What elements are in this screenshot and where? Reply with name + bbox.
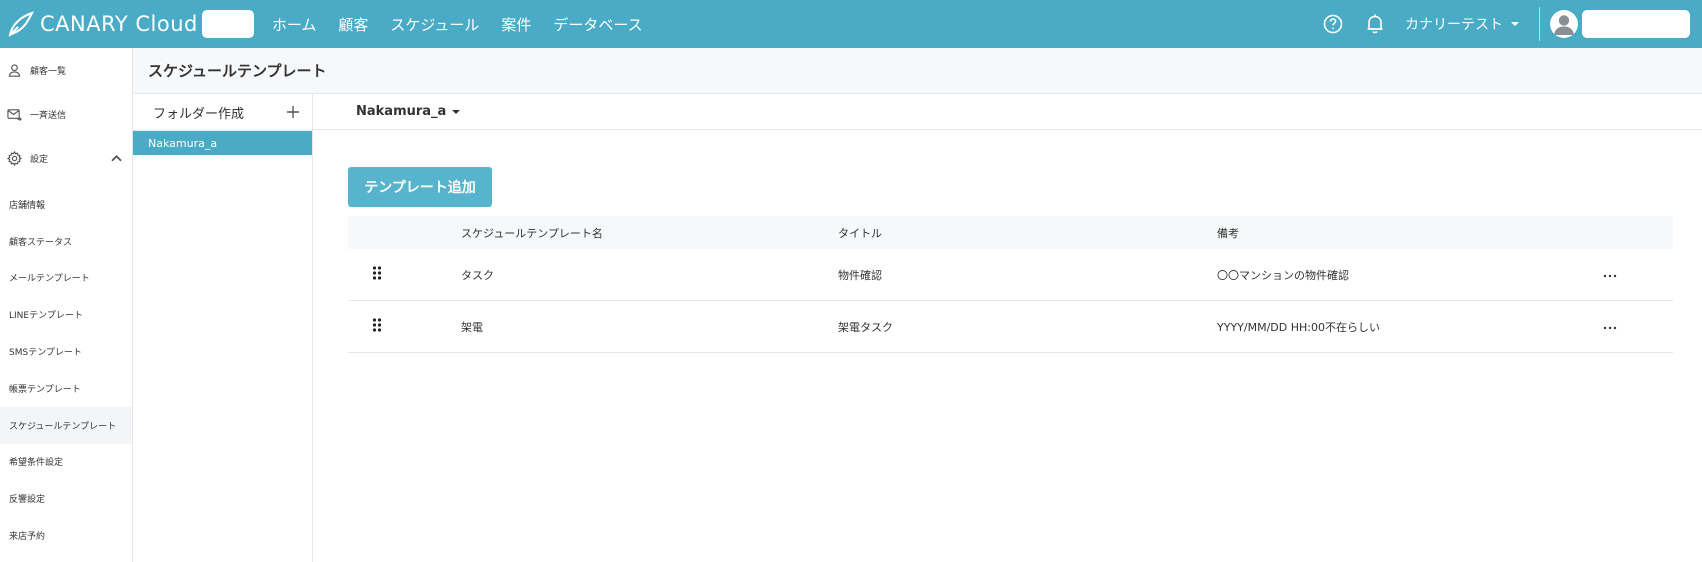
caret-down-icon [1511, 22, 1519, 26]
folder-create-label: フォルダー作成 [153, 106, 245, 122]
cell-name: 架電 [461, 320, 483, 334]
add-template-button[interactable]: テンプレート追加 [348, 167, 492, 207]
mail-send-icon [7, 108, 22, 121]
table-header: スケジュールテンプレート名 タイトル 備考 [348, 216, 1673, 249]
nav-database[interactable]: データベース [553, 14, 642, 35]
sidebar-item-bulk-send[interactable]: 一斉送信 [0, 92, 132, 136]
person-icon [8, 63, 21, 77]
sidebar-item-label: 一斉送信 [30, 110, 67, 121]
nav-schedule[interactable]: スケジュール [390, 14, 479, 35]
user-name-box [1582, 10, 1690, 38]
drag-handle-icon[interactable] [372, 318, 382, 332]
sidebar-item-preference-settings[interactable]: 希望条件設定 [0, 444, 132, 481]
cell-note: 〇〇マンションの物件確認 [1217, 268, 1349, 282]
cell-title: 架電タスク [838, 320, 893, 334]
canary-bird-icon [8, 11, 34, 37]
sidebar-item-customer-list[interactable]: 顧客一覧 [0, 48, 132, 92]
nav-home[interactable]: ホーム [272, 14, 317, 35]
column-header-title: タイトル [838, 226, 882, 240]
more-options-icon[interactable] [1603, 274, 1617, 278]
template-table: スケジュールテンプレート名 タイトル 備考 タスク 物件確認 〇〇マンションの物… [348, 216, 1673, 353]
sidebar-item-mail-template[interactable]: メールテンプレート [0, 260, 132, 297]
sidebar: 顧客一覧 一斉送信 設定 店舗情報 顧客ステータス メールテンプレート LINE… [0, 48, 133, 562]
table-row[interactable]: 架電 架電タスク YYYY/MM/DD HH:00不在らしい [348, 301, 1673, 353]
sidebar-item-label: 顧客一覧 [30, 66, 67, 77]
user-avatar-icon [1554, 15, 1574, 35]
logo-text: CANARY Cloud [40, 12, 198, 36]
sidebar-item-form-template[interactable]: 帳票テンプレート [0, 370, 132, 407]
user-menu[interactable]: カナリーテスト [1405, 14, 1519, 34]
sidebar-item-customer-status[interactable]: 顧客ステータス [0, 223, 132, 260]
template-pane: Nakamura_a テンプレート追加 スケジュールテンプレート名 タイトル 備… [313, 94, 1702, 562]
top-header: CANARY Cloud ホーム 顧客 スケジュール 案件 データベース カナリ… [0, 0, 1702, 48]
plus-icon[interactable] [286, 105, 300, 119]
folder-item[interactable]: Nakamura_a [133, 131, 312, 155]
chevron-up-icon [111, 154, 122, 161]
help-icon[interactable] [1323, 14, 1343, 34]
logo[interactable]: CANARY Cloud [6, 0, 254, 48]
sidebar-item-schedule-template[interactable]: スケジュールテンプレート [0, 406, 132, 444]
avatar[interactable] [1550, 10, 1578, 38]
app-root: CANARY Cloud ホーム 顧客 スケジュール 案件 データベース カナリ… [0, 0, 1702, 562]
nav-customers[interactable]: 顧客 [338, 14, 368, 35]
cell-name: タスク [461, 268, 494, 282]
user-menu-label: カナリーテスト [1405, 17, 1503, 33]
sidebar-item-settings[interactable]: 設定 [0, 136, 132, 180]
cell-note: YYYY/MM/DD HH:00不在らしい [1217, 320, 1380, 334]
folder-selector-label: Nakamura_a [356, 104, 447, 119]
logo-badge [201, 10, 254, 38]
sidebar-item-store-info[interactable]: 店舗情報 [0, 186, 132, 223]
cell-title: 物件確認 [838, 268, 882, 282]
column-header-note: 備考 [1217, 226, 1239, 240]
folder-selector[interactable]: Nakamura_a [313, 94, 1702, 130]
table-row[interactable]: タスク 物件確認 〇〇マンションの物件確認 [348, 249, 1673, 301]
drag-handle-icon[interactable] [372, 266, 382, 280]
sidebar-item-line-template[interactable]: LINEテンプレート [0, 296, 132, 333]
main-nav: ホーム 顧客 スケジュール 案件 データベース [272, 14, 665, 35]
folder-create-row: フォルダー作成 [133, 94, 312, 131]
column-header-name: スケジュールテンプレート名 [461, 226, 603, 240]
content-area: スケジュールテンプレート フォルダー作成 Nakamura_a Nakamura… [133, 48, 1702, 562]
gear-icon [7, 150, 22, 166]
bell-icon[interactable] [1365, 13, 1385, 35]
sidebar-item-visit-reservation[interactable]: 来店予約 [0, 517, 132, 554]
nav-deals[interactable]: 案件 [501, 14, 531, 35]
sidebar-item-label: 設定 [30, 154, 49, 165]
caret-down-icon [452, 109, 461, 114]
folder-pane: フォルダー作成 Nakamura_a [133, 94, 313, 562]
header-right: カナリーテスト [1323, 0, 1702, 48]
more-options-icon[interactable] [1603, 326, 1617, 330]
header-divider [1539, 7, 1540, 41]
sidebar-item-sms-template[interactable]: SMSテンプレート [0, 333, 132, 370]
sidebar-item-response-settings[interactable]: 反響設定 [0, 480, 132, 517]
page-title: スケジュールテンプレート [133, 48, 1702, 94]
